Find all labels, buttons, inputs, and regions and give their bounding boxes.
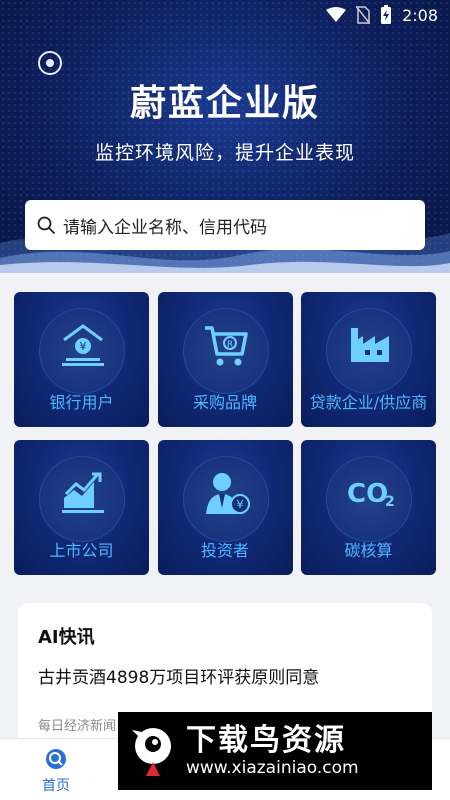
category-grid: ¥ 银行用户 R 采购品牌 贷款企业/供应商 上市公司 ¥ 投资者 CO 2 碳… <box>14 292 436 575</box>
page-title: 蔚蓝企业版 <box>129 83 320 124</box>
watermark-url: www.xiazainiao.com <box>186 758 359 779</box>
co2-icon: CO 2 <box>347 479 395 510</box>
news-headline[interactable]: 古井贡酒4898万项目环评获原则同意 <box>38 663 319 688</box>
status-bar: 2:08 <box>0 0 450 30</box>
app-logo-icon <box>38 51 62 75</box>
svg-text:CO: CO <box>347 479 388 509</box>
tile-label: 银行用户 <box>49 393 114 412</box>
tile-label: 采购品牌 <box>192 393 257 412</box>
home-icon <box>46 749 66 769</box>
bird-logo-icon <box>132 728 171 776</box>
svg-text:¥: ¥ <box>80 340 87 353</box>
factory-icon <box>351 328 389 362</box>
tile-bank-users[interactable]: ¥ 银行用户 <box>14 292 149 427</box>
nav-home-tab[interactable]: 首页 <box>30 747 82 795</box>
tile-label: 上市公司 <box>49 541 114 560</box>
search-placeholder: 请输入企业名称、信用代码 <box>63 217 267 238</box>
svg-text:¥: ¥ <box>236 498 243 511</box>
hero-banner: 2:08 蔚蓝企业版 监控环境风险，提升企业表现 请输入企业名称、信用代码 <box>0 0 450 273</box>
no-sim-icon <box>356 6 371 24</box>
trend-chart-icon <box>62 472 104 513</box>
investor-icon: ¥ <box>205 473 250 514</box>
battery-charging-icon <box>381 5 392 24</box>
bank-icon: ¥ <box>62 324 104 366</box>
search-input[interactable]: 请输入企业名称、信用代码 <box>25 200 425 250</box>
status-time: 2:08 <box>402 5 438 25</box>
tile-label: 贷款企业/供应商 <box>309 393 428 412</box>
shopping-cart-icon: R <box>204 326 248 366</box>
search-icon <box>37 216 55 234</box>
news-heading: AI快讯 <box>38 627 95 648</box>
page-subtitle: 监控环境风险，提升企业表现 <box>94 142 355 164</box>
tile-label: 投资者 <box>200 541 249 560</box>
tile-investors[interactable]: ¥ 投资者 <box>157 440 293 575</box>
tile-label: 碳核算 <box>344 541 393 560</box>
tile-purchasing-brands[interactable]: R 采购品牌 <box>157 292 293 427</box>
tile-loan-enterprises[interactable]: 贷款企业/供应商 <box>301 292 436 427</box>
svg-text:R: R <box>226 340 232 350</box>
tile-carbon-accounting[interactable]: CO 2 碳核算 <box>301 440 436 575</box>
news-source: 每日经济新闻 <box>38 719 117 734</box>
tile-listed-companies[interactable]: 上市公司 <box>14 440 149 575</box>
watermark-title: 下载鸟资源 <box>186 722 346 758</box>
watermark-banner: 下载鸟资源 www.xiazainiao.com <box>118 712 432 790</box>
nav-home-label: 首页 <box>42 778 70 794</box>
svg-text:2: 2 <box>385 494 395 510</box>
wifi-icon <box>326 7 347 22</box>
